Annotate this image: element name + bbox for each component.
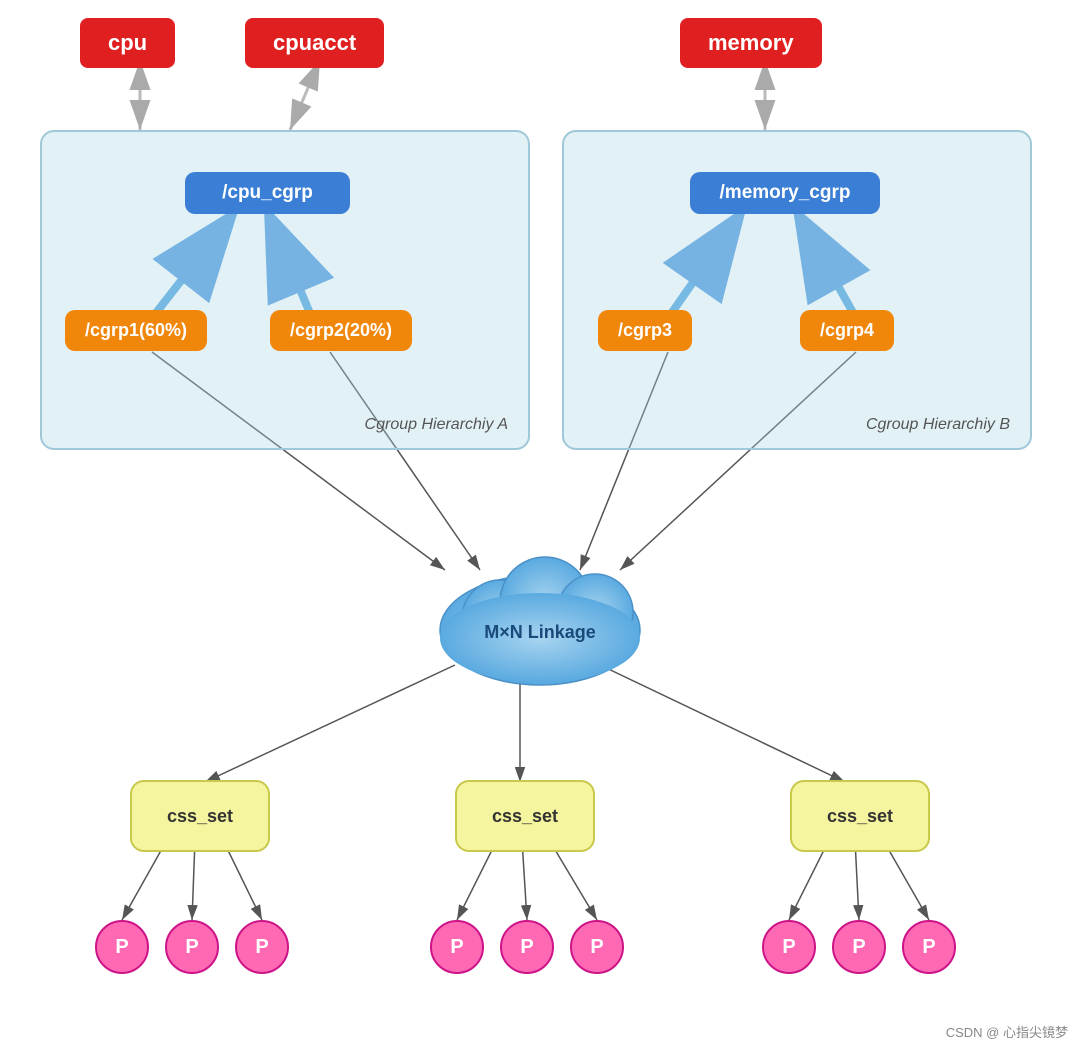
process-p6: P [570,920,624,974]
process-p4: P [430,920,484,974]
cgrp1-box: /cgrp1(60%) [65,310,207,351]
memory-cgrp-box: /memory_cgrp [690,172,880,214]
process-p8: P [832,920,886,974]
process-p7: P [762,920,816,974]
cgrp3-box: /cgrp3 [598,310,692,351]
svg-text:M×N Linkage: M×N Linkage [484,622,596,642]
process-p3: P [235,920,289,974]
process-p5: P [500,920,554,974]
cgrp2-box: /cgrp2(20%) [270,310,412,351]
process-p9: P [902,920,956,974]
cgrp4-box: /cgrp4 [800,310,894,351]
cloud-shape: M×N Linkage [400,530,680,690]
cpu-cgrp-box: /cpu_cgrp [185,172,350,214]
diagram-container: cpu cpuacct memory Cgroup Hierarchiy A C… [0,0,1080,1053]
css-set-1: css_set [130,780,270,852]
process-p2: P [165,920,219,974]
cpuacct-box: cpuacct [245,18,384,68]
process-p1: P [95,920,149,974]
css-set-2: css_set [455,780,595,852]
hierarchy-b-label: Cgroup Hierarchiy B [866,416,1010,434]
watermark: CSDN @ 心指尖镜梦 [946,1022,1068,1041]
memory-box: memory [680,18,822,68]
cpu-box: cpu [80,18,175,68]
css-set-3: css_set [790,780,930,852]
hierarchy-a-label: Cgroup Hierarchiy A [365,416,508,434]
